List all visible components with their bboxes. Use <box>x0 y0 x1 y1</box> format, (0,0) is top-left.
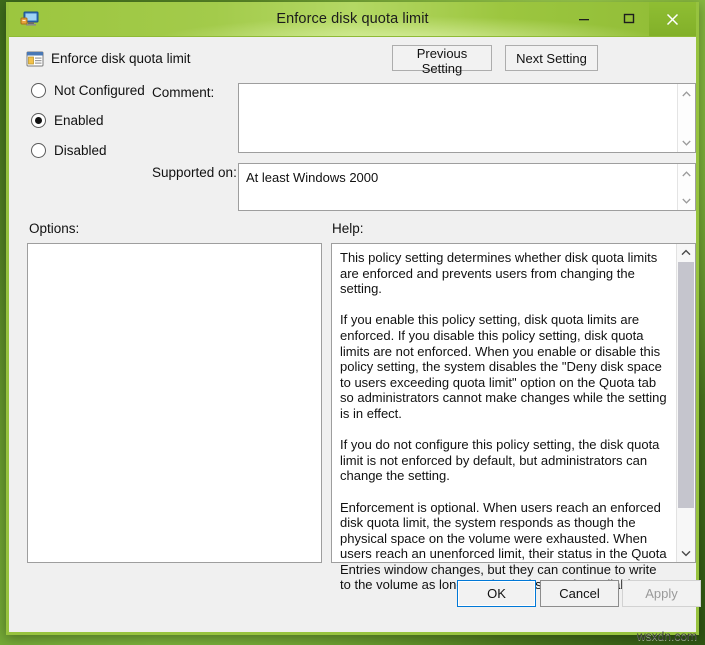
site-watermark: wsxdn.com <box>636 629 697 643</box>
panels-row: This policy setting determines whether d… <box>9 243 696 592</box>
minimize-icon <box>578 19 589 21</box>
comment-label: Comment: <box>152 85 215 100</box>
radio-disabled-mark[interactable] <box>31 143 46 158</box>
state-and-comment-section: Not Configured Enabled Disabled Comment:… <box>9 83 696 219</box>
title-bar[interactable]: Enforce disk quota limit <box>9 2 696 37</box>
comment-scrollbar[interactable] <box>677 84 695 152</box>
scroll-down-icon[interactable] <box>678 135 695 150</box>
radio-not-configured[interactable]: Not Configured <box>31 83 145 98</box>
radio-disabled[interactable]: Disabled <box>31 143 107 158</box>
next-setting-button[interactable]: Next Setting <box>505 45 598 71</box>
help-scrollbar-thumb[interactable] <box>678 262 694 508</box>
help-scrollbar[interactable] <box>676 244 695 562</box>
radio-enabled-mark[interactable] <box>31 113 46 128</box>
maximize-icon <box>623 13 634 24</box>
previous-setting-button[interactable]: Previous Setting <box>392 45 492 76</box>
maximize-button[interactable] <box>606 2 651 36</box>
options-label: Options: <box>29 221 80 236</box>
scroll-up-icon[interactable] <box>678 86 695 101</box>
policy-setting-dialog: Enforce disk quota limit Enforce disk qu… <box>6 2 701 635</box>
radio-disabled-label: Disabled <box>54 143 107 158</box>
supported-on-value: At least Windows 2000 <box>246 170 379 185</box>
scroll-down-icon[interactable] <box>677 545 695 562</box>
help-label: Help: <box>332 221 364 236</box>
supported-on-scrollbar[interactable] <box>677 164 695 210</box>
supported-on-field: At least Windows 2000 <box>238 163 696 211</box>
policy-header: Enforce disk quota limit Previous Settin… <box>9 37 696 83</box>
help-text: This policy setting determines whether d… <box>340 250 667 593</box>
policy-setting-icon <box>25 49 45 69</box>
scroll-down-icon[interactable] <box>678 193 695 208</box>
ok-button[interactable]: OK <box>457 580 536 607</box>
comment-input[interactable] <box>238 83 696 153</box>
minimize-button[interactable] <box>561 2 606 36</box>
scroll-up-icon[interactable] <box>677 244 695 261</box>
supported-on-label: Supported on: <box>152 165 237 180</box>
panel-labels-row: Options: Help: <box>9 219 696 243</box>
radio-enabled-label: Enabled <box>54 113 104 128</box>
scroll-up-icon[interactable] <box>678 166 695 181</box>
radio-not-configured-label: Not Configured <box>54 83 145 98</box>
help-panel: This policy setting determines whether d… <box>331 243 696 592</box>
close-button[interactable] <box>649 2 696 36</box>
dialog-footer: OK Cancel Apply <box>9 566 701 624</box>
options-panel[interactable] <box>27 243 322 563</box>
page-title: Enforce disk quota limit <box>51 51 191 66</box>
radio-enabled[interactable]: Enabled <box>31 113 104 128</box>
cancel-button[interactable]: Cancel <box>540 580 619 607</box>
radio-not-configured-mark[interactable] <box>31 83 46 98</box>
close-icon <box>666 13 679 25</box>
apply-button: Apply <box>622 580 701 607</box>
